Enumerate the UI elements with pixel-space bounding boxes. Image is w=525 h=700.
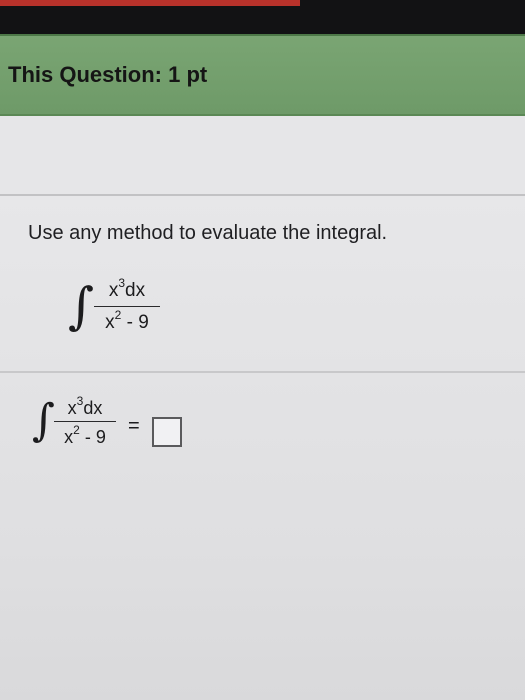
blank-band xyxy=(0,116,525,196)
denominator-base: x xyxy=(105,312,115,333)
denominator-constant: - 9 xyxy=(79,427,106,447)
integrand-denominator: x2 - 9 xyxy=(94,309,160,337)
answer-row: ∫ x3dx x2 - 9 = xyxy=(32,395,232,475)
numerator-base: x xyxy=(67,398,77,418)
question-instruction: Use any method to evaluate the integral. xyxy=(28,222,388,244)
integral-sign: ∫ xyxy=(32,395,55,446)
numerator-dx: dx xyxy=(83,398,103,418)
integrand-denominator: x2 - 9 xyxy=(54,424,116,450)
question-header: This Question: 1 pt xyxy=(0,34,525,116)
denominator-constant: - 9 xyxy=(121,312,149,333)
fraction-bar xyxy=(94,306,160,307)
integrand-fraction: x3dx x2 - 9 xyxy=(94,276,160,337)
integral-expression: ∫ x3dx x2 - 9 xyxy=(68,276,178,366)
fraction-bar xyxy=(54,421,116,422)
equals-sign: = xyxy=(128,415,140,437)
question-points-label: This Question: 1 pt xyxy=(8,62,208,87)
answer-input-box[interactable] xyxy=(152,417,182,447)
integrand-numerator: x3dx xyxy=(54,395,116,419)
denominator-base: x xyxy=(64,427,74,447)
integral-sign: ∫ xyxy=(68,277,95,335)
top-bar xyxy=(0,0,525,34)
integrand-fraction: x3dx x2 - 9 xyxy=(54,395,116,450)
top-bar-accent xyxy=(0,0,300,6)
numerator-dx: dx xyxy=(125,280,146,301)
divider xyxy=(0,371,525,373)
numerator-base: x xyxy=(108,280,119,301)
denominator-exponent: 2 xyxy=(73,423,80,437)
integrand-numerator: x3dx xyxy=(94,276,160,304)
